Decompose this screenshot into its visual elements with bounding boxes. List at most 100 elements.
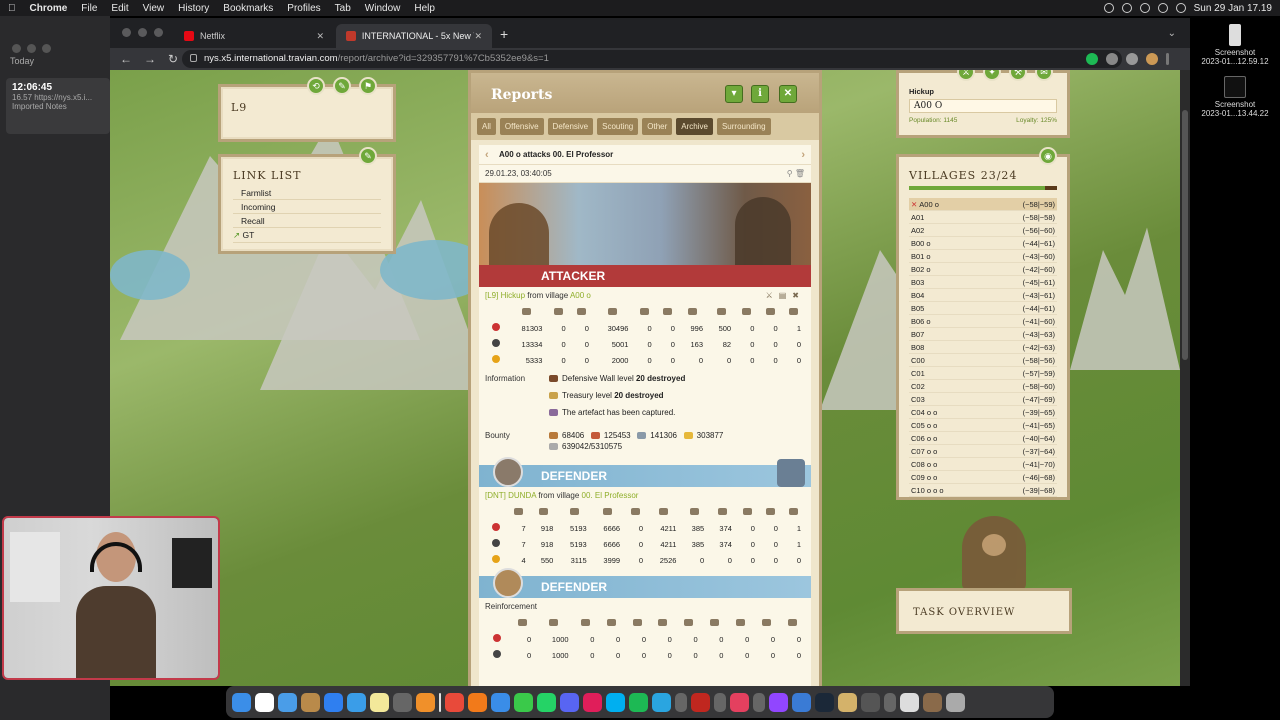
player-name[interactable]: Hickup — [909, 87, 1057, 96]
filter-all[interactable]: All — [477, 118, 496, 135]
apple-icon[interactable]:  — [8, 3, 16, 14]
new-tab-button[interactable]: + — [500, 26, 508, 42]
close-dot[interactable] — [122, 28, 131, 37]
hero-portrait[interactable] — [962, 516, 1026, 590]
auction-icon[interactable]: ⚒ — [1009, 70, 1027, 81]
instagram-icon[interactable] — [730, 692, 749, 712]
village-list-item[interactable]: B08 (−42|−63) — [909, 341, 1057, 354]
tab-search-icon[interactable]: ⌄ — [1168, 28, 1176, 39]
discord-icon[interactable] — [560, 692, 579, 712]
attacker-alliance[interactable]: [L9] — [485, 291, 498, 300]
app-icon[interactable] — [347, 692, 366, 712]
forward-icon[interactable]: → — [144, 52, 158, 66]
address-bar[interactable]: nys.x5.international.travian.com/report/… — [182, 50, 1122, 68]
menu-edit[interactable]: Edit — [111, 3, 128, 14]
info-icon[interactable]: i — [751, 85, 769, 103]
attacker-village[interactable]: A00 o — [570, 291, 591, 300]
app-icon[interactable] — [792, 692, 811, 712]
close-icon[interactable]: ✕ — [316, 31, 324, 42]
village-list-item[interactable]: B07 (−43|−63) — [909, 328, 1057, 341]
village-list-item[interactable]: A01 (−58|−58) — [909, 211, 1057, 224]
alliance-name[interactable]: L9 — [231, 101, 383, 114]
twitch-icon[interactable] — [769, 692, 788, 712]
flag-icon[interactable]: ⚑ — [359, 77, 377, 95]
task-overview-button[interactable]: TASK OVERVIEW — [896, 588, 1072, 634]
page-scrollbar[interactable] — [1180, 70, 1190, 686]
village-list-item[interactable]: C02 (−58|−60) — [909, 380, 1057, 393]
tab-travian[interactable]: INTERNATIONAL - 5x New Yea ✕ — [336, 24, 492, 48]
prev-report-icon[interactable]: ‹ — [485, 149, 489, 161]
defender-player[interactable]: DUNDA — [508, 491, 536, 500]
edit-icon[interactable]: ✎ — [359, 147, 377, 165]
attacker-player[interactable]: Hickup — [501, 291, 525, 300]
steam-icon[interactable] — [815, 692, 834, 712]
village-list-item[interactable]: C10 o o o (−39|−68) — [909, 484, 1057, 497]
trash-icon[interactable] — [946, 692, 965, 712]
village-list-item[interactable]: B03 (−45|−61) — [909, 276, 1057, 289]
village-list-item[interactable]: C07 o o (−37|−64) — [909, 445, 1057, 458]
menu-window[interactable]: Window — [365, 3, 401, 14]
village-list-item[interactable]: A02 (−56|−60) — [909, 224, 1057, 237]
defender-village[interactable]: 00. El Professor — [582, 491, 639, 500]
puzzle-icon[interactable] — [1106, 53, 1118, 65]
quest-icon[interactable]: ✉ — [1035, 70, 1053, 81]
extension-icon[interactable] — [1086, 53, 1098, 65]
filter-other[interactable]: Other — [642, 118, 673, 135]
link-farmlist[interactable]: Farmlist — [233, 186, 381, 200]
filter-surrounding[interactable]: Surrounding — [716, 118, 771, 135]
village-name-field[interactable]: A00 O — [909, 99, 1057, 113]
village-list-item[interactable]: B00 o (−44|−61) — [909, 237, 1057, 250]
whatsapp-icon[interactable] — [537, 692, 556, 712]
village-list-item[interactable]: C01 (−57|−59) — [909, 367, 1057, 380]
village-list-item[interactable]: B01 o (−43|−60) — [909, 250, 1057, 263]
messages-icon[interactable] — [514, 692, 533, 712]
close-dot[interactable] — [12, 44, 21, 53]
village-list-item[interactable]: C09 o o (−46|−68) — [909, 471, 1057, 484]
folder-icon[interactable] — [923, 692, 942, 712]
reload-icon[interactable]: ↻ — [168, 52, 182, 66]
firefox-icon[interactable] — [468, 692, 487, 712]
menubar-app-name[interactable]: Chrome — [30, 3, 68, 14]
menu-bookmarks[interactable]: Bookmarks — [223, 3, 273, 14]
spotify-icon[interactable] — [629, 692, 648, 712]
edit-icon[interactable]: ✎ — [333, 77, 351, 95]
village-list-item[interactable]: C00 (−58|−56) — [909, 354, 1057, 367]
link-gt[interactable]: ↗ GT — [233, 228, 381, 243]
wifi-icon[interactable] — [1157, 3, 1168, 13]
notes-icon[interactable] — [301, 692, 320, 712]
village-list-item[interactable]: ✕ A00 o (−58|−59) — [909, 198, 1057, 211]
slack-icon[interactable] — [583, 692, 602, 712]
scrollbar-thumb[interactable] — [1182, 110, 1188, 360]
app-icon[interactable] — [393, 692, 412, 712]
village-list-item[interactable]: B04 (−43|−61) — [909, 289, 1057, 302]
back-icon[interactable]: ← — [120, 52, 134, 66]
share-icon[interactable]: ⚲ 🗑 — [787, 169, 805, 178]
safari-icon[interactable] — [491, 692, 510, 712]
screenshot-file[interactable]: Screenshot 2023-01...13.44.22 — [1190, 76, 1280, 118]
finder-icon[interactable] — [232, 692, 251, 712]
tray-icon[interactable] — [1103, 3, 1114, 13]
defender-alliance[interactable]: [DNT] — [485, 491, 506, 500]
village-list-item[interactable]: C06 o o (−40|−64) — [909, 432, 1057, 445]
app-icon[interactable] — [652, 692, 671, 712]
filter-archive[interactable]: Archive — [676, 118, 713, 135]
app-icon[interactable] — [861, 692, 880, 712]
avatar[interactable] — [1146, 53, 1158, 65]
chrome-icon[interactable] — [445, 692, 464, 712]
skype-icon[interactable] — [606, 692, 625, 712]
hero-icon[interactable]: ⚔ — [957, 70, 975, 81]
village-list-item[interactable]: C04 o o (−39|−65) — [909, 406, 1057, 419]
tray-icon[interactable] — [1121, 3, 1132, 13]
appstore-icon[interactable] — [324, 692, 343, 712]
filter-offensive[interactable]: Offensive — [499, 118, 544, 135]
menu-view[interactable]: View — [143, 3, 165, 14]
menu-file[interactable]: File — [81, 3, 97, 14]
village-list-item[interactable]: B02 o (−42|−60) — [909, 263, 1057, 276]
village-list-item[interactable]: C08 o o (−41|−70) — [909, 458, 1057, 471]
close-icon[interactable]: ✕ — [474, 31, 482, 42]
mail-icon[interactable] — [278, 692, 297, 712]
menu-profiles[interactable]: Profiles — [287, 3, 320, 14]
eye-icon[interactable]: ◉ — [1039, 147, 1057, 165]
zoom-dot[interactable] — [154, 28, 163, 37]
close-icon[interactable]: ✕ — [779, 85, 797, 103]
